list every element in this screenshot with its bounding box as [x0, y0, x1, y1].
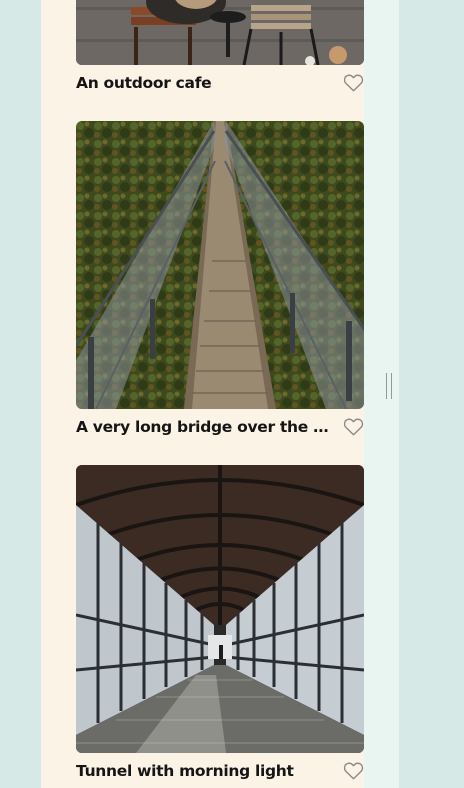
heart-icon[interactable] — [343, 417, 364, 436]
side-panel — [364, 0, 399, 788]
photo-card[interactable]: Tunnel with morning light — [76, 465, 364, 780]
photo-card[interactable]: An outdoor cafe — [76, 0, 364, 92]
photo-tunnel[interactable] — [76, 465, 364, 753]
card-title: An outdoor cafe — [76, 74, 212, 92]
photo-bridge[interactable] — [76, 121, 364, 409]
resize-handle[interactable] — [386, 373, 392, 399]
heart-icon[interactable] — [343, 73, 364, 92]
heart-icon[interactable] — [343, 761, 364, 780]
photo-cafe[interactable] — [76, 0, 364, 65]
app-viewport: An outdoor cafe A very long bridge over … — [0, 0, 464, 788]
card-title: A very long bridge over the forest — [76, 418, 331, 436]
card-caption-row: A very long bridge over the forest — [76, 416, 364, 438]
photo-card[interactable]: A very long bridge over the forest — [76, 121, 364, 436]
card-caption-row: An outdoor cafe — [76, 72, 364, 94]
card-title: Tunnel with morning light — [76, 762, 294, 780]
card-caption-row: Tunnel with morning light — [76, 760, 364, 782]
